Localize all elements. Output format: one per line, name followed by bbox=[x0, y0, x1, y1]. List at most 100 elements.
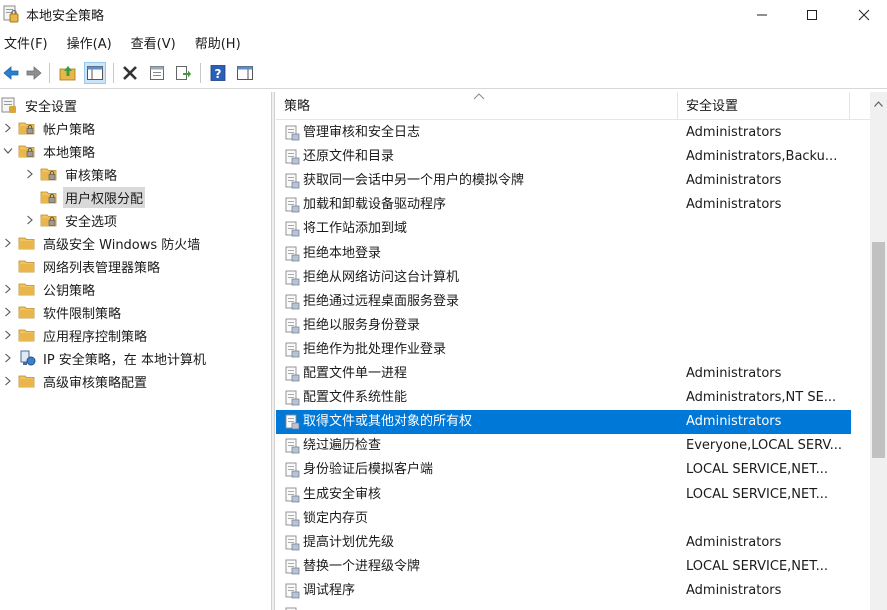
tree-expander[interactable] bbox=[2, 352, 14, 364]
close-button[interactable] bbox=[841, 0, 887, 30]
tree-item[interactable]: 高级安全 Windows 防火墙 bbox=[2, 232, 202, 254]
tree-item[interactable]: 审核策略 bbox=[24, 163, 119, 185]
sort-ascending-icon bbox=[473, 93, 485, 100]
folder-icon bbox=[18, 237, 35, 250]
table-row[interactable]: 生成安全审核 LOCAL SERVICE,NET... bbox=[276, 483, 851, 507]
policy-icon bbox=[285, 414, 300, 430]
tree-expander[interactable] bbox=[2, 122, 14, 134]
tree-item[interactable]: 帐户策略 bbox=[2, 117, 97, 139]
column-header-setting[interactable]: 安全设置 bbox=[678, 92, 850, 120]
tree-item[interactable]: 本地策略 bbox=[2, 140, 97, 162]
back-icon bbox=[3, 66, 19, 80]
tree-expander[interactable] bbox=[2, 306, 14, 318]
menu-file[interactable]: 文件(F) bbox=[0, 34, 52, 56]
table-row[interactable]: 配置文件单一进程 Administrators bbox=[276, 362, 851, 386]
list-header: 策略 安全设置 bbox=[276, 92, 870, 120]
tree-item[interactable]: 应用程序控制策略 bbox=[2, 324, 149, 346]
toolbar-separator bbox=[200, 63, 201, 83]
delete-button[interactable] bbox=[119, 62, 141, 84]
show-tree-icon bbox=[87, 66, 103, 80]
policy-icon bbox=[285, 390, 300, 406]
pane-splitter[interactable] bbox=[271, 92, 275, 610]
policy-setting: LOCAL SERVICE,NET... bbox=[686, 487, 829, 502]
scroll-up-button[interactable] bbox=[870, 92, 887, 116]
policy-name: 将工作站添加到域 bbox=[303, 221, 408, 236]
table-row[interactable]: 配置文件系统性能 Administrators,NT SE... bbox=[276, 386, 851, 410]
policy-icon bbox=[285, 197, 300, 213]
chevron-right-icon bbox=[5, 353, 11, 363]
table-row[interactable]: 管理审核和安全日志 Administrators bbox=[276, 121, 851, 145]
table-row[interactable]: 取得文件或其他对象的所有权 Administrators bbox=[276, 410, 851, 434]
show-hide-tree-button[interactable] bbox=[84, 62, 106, 84]
vertical-scrollbar[interactable] bbox=[870, 92, 887, 610]
show-pane-icon bbox=[237, 66, 253, 80]
chevron-right-icon bbox=[5, 284, 11, 294]
scroll-thumb[interactable] bbox=[872, 242, 885, 458]
tree-item[interactable]: 软件限制策略 bbox=[2, 301, 123, 323]
policy-name: 替换一个进程级令牌 bbox=[303, 559, 421, 574]
table-row[interactable]: 替换一个进程级令牌 LOCAL SERVICE,NET... bbox=[276, 555, 851, 579]
table-row[interactable]: 加载和卸载设备驱动程序 Administrators bbox=[276, 193, 851, 217]
up-level-button[interactable] bbox=[57, 62, 79, 84]
forward-button[interactable] bbox=[23, 62, 45, 84]
tree-expander[interactable] bbox=[2, 237, 14, 249]
tree-item[interactable]: 用户权限分配 bbox=[24, 186, 146, 208]
policy-icon bbox=[285, 366, 300, 382]
tree-item-label: 高级安全 Windows 防火墙 bbox=[43, 237, 201, 253]
policy-setting: Administrators bbox=[686, 414, 782, 429]
policy-name: 管理审核和安全日志 bbox=[303, 125, 421, 140]
show-action-pane-button[interactable] bbox=[234, 62, 256, 84]
tree-expander[interactable] bbox=[2, 375, 14, 387]
table-row[interactable]: 拒绝从网络访问这台计算机 bbox=[276, 266, 851, 290]
chevron-right-icon bbox=[5, 330, 11, 340]
table-row[interactable]: 拒绝本地登录 bbox=[276, 242, 851, 266]
table-row[interactable]: 绕过遍历检查 Everyone,LOCAL SERV... bbox=[276, 434, 851, 458]
tree-item[interactable]: 公钥策略 bbox=[2, 278, 97, 300]
tree-expander[interactable] bbox=[2, 145, 14, 157]
table-row[interactable]: 拒绝以服务身份登录 bbox=[276, 314, 851, 338]
table-row[interactable]: 锁定内存页 bbox=[276, 507, 851, 531]
tree-item-label: 网络列表管理器策略 bbox=[43, 260, 161, 276]
tree-item[interactable]: 安全设置 bbox=[0, 94, 79, 116]
locked-folder-icon bbox=[40, 214, 57, 227]
tree-item[interactable]: 网络列表管理器策略 bbox=[2, 255, 162, 277]
export-list-button[interactable] bbox=[172, 62, 194, 84]
tree-item-label: 安全设置 bbox=[25, 99, 78, 115]
menu-action[interactable]: 操作(A) bbox=[63, 34, 116, 56]
maximize-button[interactable] bbox=[789, 0, 835, 30]
tree-expander[interactable] bbox=[24, 214, 36, 226]
table-row[interactable]: 拒绝作为批处理作业登录 bbox=[276, 338, 851, 362]
policy-icon bbox=[285, 583, 300, 599]
chevron-right-icon bbox=[5, 376, 11, 386]
tree-item-label: 高级审核策略配置 bbox=[43, 375, 148, 391]
tree-expander[interactable] bbox=[2, 283, 14, 295]
minimize-button[interactable] bbox=[739, 0, 785, 30]
tree-item[interactable]: IP 安全策略，在 本地计算机 bbox=[2, 347, 208, 369]
tree-item[interactable]: 高级审核策略配置 bbox=[2, 370, 149, 392]
policy-icon bbox=[285, 246, 300, 262]
tree-expander[interactable] bbox=[24, 168, 36, 180]
table-row[interactable]: 将工作站添加到域 bbox=[276, 217, 851, 241]
chevron-right-icon bbox=[5, 238, 11, 248]
table-row[interactable] bbox=[276, 603, 851, 610]
policy-setting: Administrators bbox=[686, 583, 782, 598]
table-row[interactable]: 获取同一会话中另一个用户的模拟令牌 Administrators bbox=[276, 169, 851, 193]
tree-expander[interactable] bbox=[2, 329, 14, 341]
table-row[interactable]: 身份验证后模拟客户端 LOCAL SERVICE,NET... bbox=[276, 458, 851, 482]
tree-item-label: 本地策略 bbox=[43, 145, 96, 161]
policy-icon bbox=[285, 173, 300, 189]
tree-item[interactable]: 安全选项 bbox=[24, 209, 119, 231]
help-button[interactable]: ? bbox=[207, 62, 229, 84]
policy-name: 绕过遍历检查 bbox=[303, 438, 382, 453]
ip-security-icon bbox=[20, 350, 36, 366]
back-button[interactable] bbox=[0, 62, 22, 84]
policy-setting: Administrators bbox=[686, 535, 782, 550]
properties-button[interactable] bbox=[146, 62, 168, 84]
table-row[interactable]: 拒绝通过远程桌面服务登录 bbox=[276, 290, 851, 314]
menu-view[interactable]: 查看(V) bbox=[127, 34, 180, 56]
table-row[interactable]: 提高计划优先级 Administrators bbox=[276, 531, 851, 555]
menu-help[interactable]: 帮助(H) bbox=[191, 34, 245, 56]
tree-item-label: 软件限制策略 bbox=[43, 306, 122, 322]
table-row[interactable]: 还原文件和目录 Administrators,Backu... bbox=[276, 145, 851, 169]
table-row[interactable]: 调试程序 Administrators bbox=[276, 579, 851, 603]
